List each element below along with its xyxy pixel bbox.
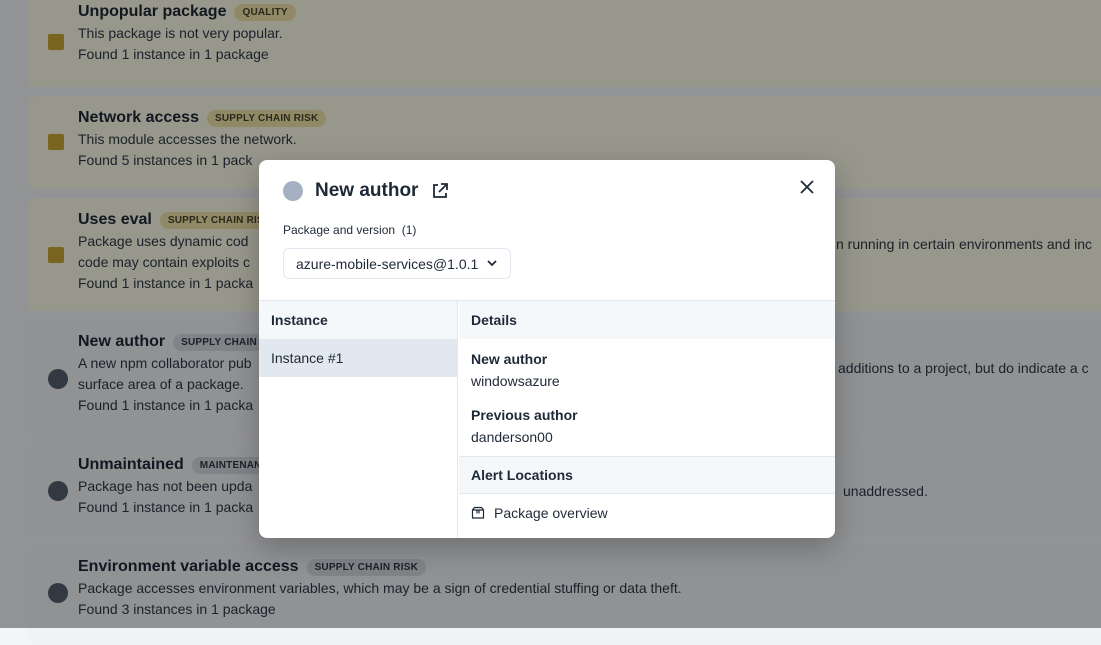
alert-locations-header: Alert Locations (459, 456, 835, 494)
external-link-icon[interactable] (430, 181, 450, 201)
package-box-icon (471, 506, 485, 520)
package-count: (1) (401, 223, 417, 237)
package-version-label: Package and version (1) (283, 223, 417, 237)
new-author-value: windowsazure (471, 373, 560, 389)
instance-header: Instance (259, 301, 457, 339)
package-overview-label: Package overview (494, 505, 608, 521)
package-overview-link[interactable]: Package overview (459, 494, 835, 532)
modal-title: New author (315, 180, 419, 201)
close-button[interactable] (799, 175, 815, 201)
instance-table: Instance Instance #1 Details New author … (259, 300, 835, 538)
package-version-value: azure-mobile-services@1.0.1 (296, 255, 479, 272)
severity-dot-icon (283, 181, 303, 201)
package-version-select[interactable]: azure-mobile-services@1.0.1 (283, 248, 512, 279)
details-header: Details (459, 301, 835, 339)
previous-author-value: danderson00 (471, 429, 553, 445)
new-author-label: New author (471, 351, 548, 367)
alert-detail-modal: New author Package and version (1) azure… (259, 160, 835, 538)
previous-author-label: Previous author (471, 407, 578, 423)
chevron-down-icon (486, 256, 498, 272)
instance-row[interactable]: Instance #1 (259, 339, 457, 377)
